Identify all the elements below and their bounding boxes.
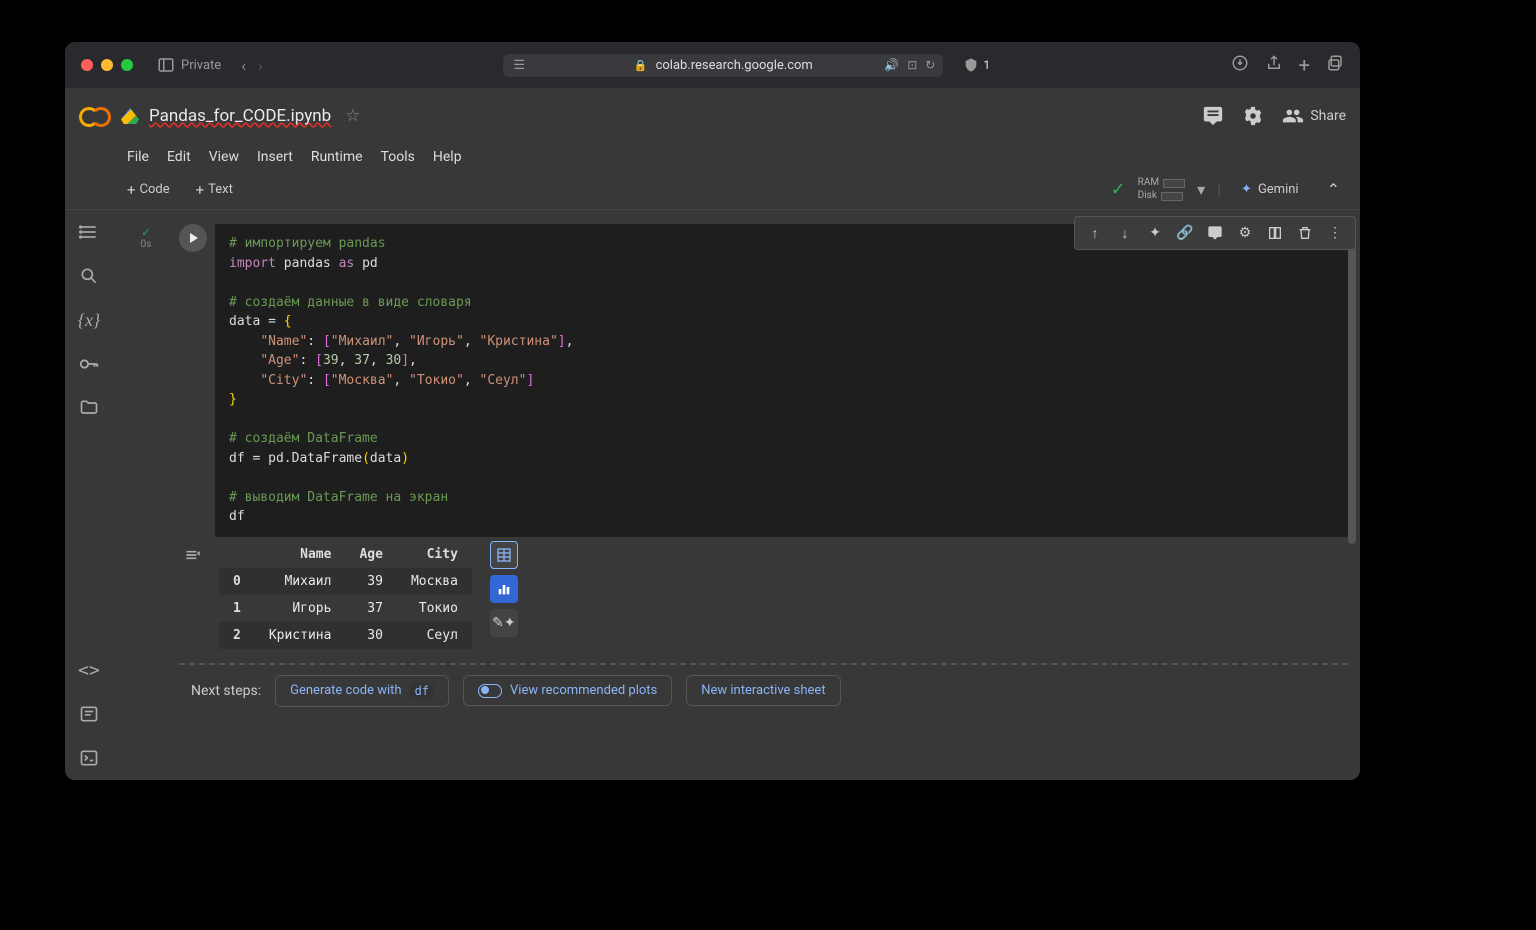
- secrets-icon[interactable]: [77, 352, 101, 376]
- generate-code-button[interactable]: Generate code with df: [275, 675, 449, 707]
- colab-logo-icon[interactable]: [79, 104, 111, 128]
- toc-icon[interactable]: [77, 220, 101, 244]
- left-rail: {x} <>: [65, 210, 113, 780]
- code-snippets-icon[interactable]: <>: [77, 658, 101, 682]
- privacy-shield[interactable]: 1: [963, 56, 990, 74]
- col-city: City: [397, 541, 472, 568]
- menu-runtime[interactable]: Runtime: [311, 149, 363, 165]
- maximize-window-button[interactable]: [121, 59, 133, 71]
- view-plots-button[interactable]: View recommended plots: [463, 675, 672, 706]
- content-area: {x} <> ↑ ↓ ✦ 🔗 ⚙ ⋮: [65, 210, 1360, 780]
- more-cell-icon[interactable]: ⋮: [1325, 223, 1345, 243]
- toolbar: +Code +Text ✓ RAM Disk ▾ | ✦ Gemini ⌃: [65, 170, 1360, 210]
- run-cell-button[interactable]: [179, 224, 207, 252]
- shield-count: 1: [983, 58, 990, 72]
- colab-header: Pandas_for_CODE.ipynb ☆ Share: [65, 88, 1360, 144]
- share-label: Share: [1310, 108, 1346, 124]
- share-button[interactable]: Share: [1282, 105, 1346, 127]
- terminal-icon[interactable]: [77, 746, 101, 770]
- sidebar-toggle[interactable]: Private: [153, 54, 225, 76]
- private-label: Private: [181, 58, 221, 73]
- move-down-icon[interactable]: ↓: [1115, 223, 1135, 243]
- delete-cell-icon[interactable]: [1295, 223, 1315, 243]
- menu-file[interactable]: File: [127, 149, 149, 165]
- traffic-lights: [81, 59, 133, 71]
- toggle-icon: [478, 684, 502, 698]
- menu-tools[interactable]: Tools: [381, 149, 415, 165]
- share-icon[interactable]: [1265, 54, 1283, 76]
- refresh-icon[interactable]: ↻: [925, 58, 935, 72]
- next-steps-row: Next steps: Generate code with df View r…: [121, 675, 1348, 719]
- dataframe-table: Name Age City 0 Михаил 39 Москва 1: [219, 541, 472, 649]
- magic-wand-icon[interactable]: ✎✦: [490, 609, 518, 637]
- chart-icon[interactable]: [490, 575, 518, 603]
- menu-edit[interactable]: Edit: [167, 149, 191, 165]
- new-tab-icon[interactable]: +: [1299, 53, 1310, 77]
- code-editor[interactable]: # импортируем pandas import pandas as pd…: [215, 224, 1348, 537]
- table-row: 0 Михаил 39 Москва: [219, 568, 472, 595]
- sound-icon[interactable]: 🔊: [884, 58, 899, 72]
- link-cell-icon[interactable]: 🔗: [1175, 223, 1195, 243]
- comment-cell-icon[interactable]: [1205, 223, 1225, 243]
- files-icon[interactable]: [77, 396, 101, 420]
- mirror-cell-icon[interactable]: [1265, 223, 1285, 243]
- table-row: 2 Кристина 30 Сеул: [219, 622, 472, 649]
- divider: [179, 663, 1348, 665]
- back-button[interactable]: ‹: [241, 56, 246, 75]
- menu-help[interactable]: Help: [433, 149, 462, 165]
- index-header: [219, 541, 255, 568]
- variables-icon[interactable]: {x}: [77, 308, 101, 332]
- lock-icon: 🔒: [634, 59, 648, 72]
- col-name: Name: [255, 541, 346, 568]
- tabs-icon[interactable]: [1326, 54, 1344, 76]
- dataframe-tools: ✎✦: [490, 541, 518, 637]
- comments-icon[interactable]: [1202, 105, 1224, 127]
- cell-gutter: ✓ 0s: [121, 224, 171, 537]
- exec-success-icon: ✓: [141, 226, 150, 239]
- resources-dropdown-icon[interactable]: ▾: [1197, 180, 1205, 199]
- star-icon[interactable]: ☆: [345, 106, 360, 126]
- address-bar[interactable]: ☰ 🔒 colab.research.google.com 🔊 ⊡ ↻: [503, 54, 943, 77]
- add-text-button[interactable]: +Text: [190, 177, 239, 203]
- menu-insert[interactable]: Insert: [257, 149, 293, 165]
- resource-meter[interactable]: RAM Disk: [1138, 177, 1185, 202]
- downloads-icon[interactable]: [1231, 54, 1249, 76]
- forward-button[interactable]: ›: [258, 56, 263, 75]
- main-panel: ↑ ↓ ✦ 🔗 ⚙ ⋮ ✓ 0s # импортируем pand: [113, 210, 1360, 780]
- gemini-icon: ✦: [1241, 182, 1252, 197]
- move-up-icon[interactable]: ↑: [1085, 223, 1105, 243]
- collapse-toolbar-icon[interactable]: ⌃: [1319, 176, 1348, 203]
- browser-chrome: Private ‹ › ☰ 🔒 colab.research.google.co…: [65, 42, 1360, 88]
- menu-bar: File Edit View Insert Runtime Tools Help: [65, 144, 1360, 170]
- translate-icon[interactable]: ⊡: [907, 58, 917, 72]
- search-icon[interactable]: [77, 264, 101, 288]
- command-palette-icon[interactable]: [77, 702, 101, 726]
- close-window-button[interactable]: [81, 59, 93, 71]
- col-age: Age: [345, 541, 396, 568]
- minimize-window-button[interactable]: [101, 59, 113, 71]
- menu-view[interactable]: View: [209, 149, 239, 165]
- code-cell: ✓ 0s # импортируем pandas import pandas …: [121, 224, 1348, 537]
- table-row: 1 Игорь 37 Токио: [219, 595, 472, 622]
- url-text: colab.research.google.com: [656, 58, 813, 73]
- browser-window: Private ‹ › ☰ 🔒 colab.research.google.co…: [65, 42, 1360, 780]
- settings-icon[interactable]: [1242, 105, 1264, 127]
- drive-icon[interactable]: [121, 108, 139, 124]
- interactive-table-icon[interactable]: [490, 541, 518, 569]
- output-toggle-icon[interactable]: [179, 541, 207, 569]
- connection-status-icon[interactable]: ✓: [1111, 179, 1126, 200]
- interactive-sheet-button[interactable]: New interactive sheet: [686, 675, 840, 706]
- scrollbar[interactable]: [1348, 224, 1356, 544]
- add-code-button[interactable]: +Code: [121, 177, 176, 203]
- reader-icon[interactable]: ☰: [513, 58, 525, 73]
- output-area: Name Age City 0 Михаил 39 Москва 1: [121, 541, 1348, 649]
- cell-toolbar: ↑ ↓ ✦ 🔗 ⚙ ⋮: [1074, 216, 1356, 250]
- notebook-filename[interactable]: Pandas_for_CODE.ipynb: [149, 106, 331, 126]
- ai-suggest-icon[interactable]: ✦: [1145, 223, 1165, 243]
- gemini-button[interactable]: ✦ Gemini: [1233, 178, 1307, 201]
- next-steps-label: Next steps:: [191, 683, 261, 699]
- nav-arrows: ‹ ›: [241, 56, 263, 75]
- cell-settings-icon[interactable]: ⚙: [1235, 223, 1255, 243]
- exec-time: 0s: [141, 239, 152, 250]
